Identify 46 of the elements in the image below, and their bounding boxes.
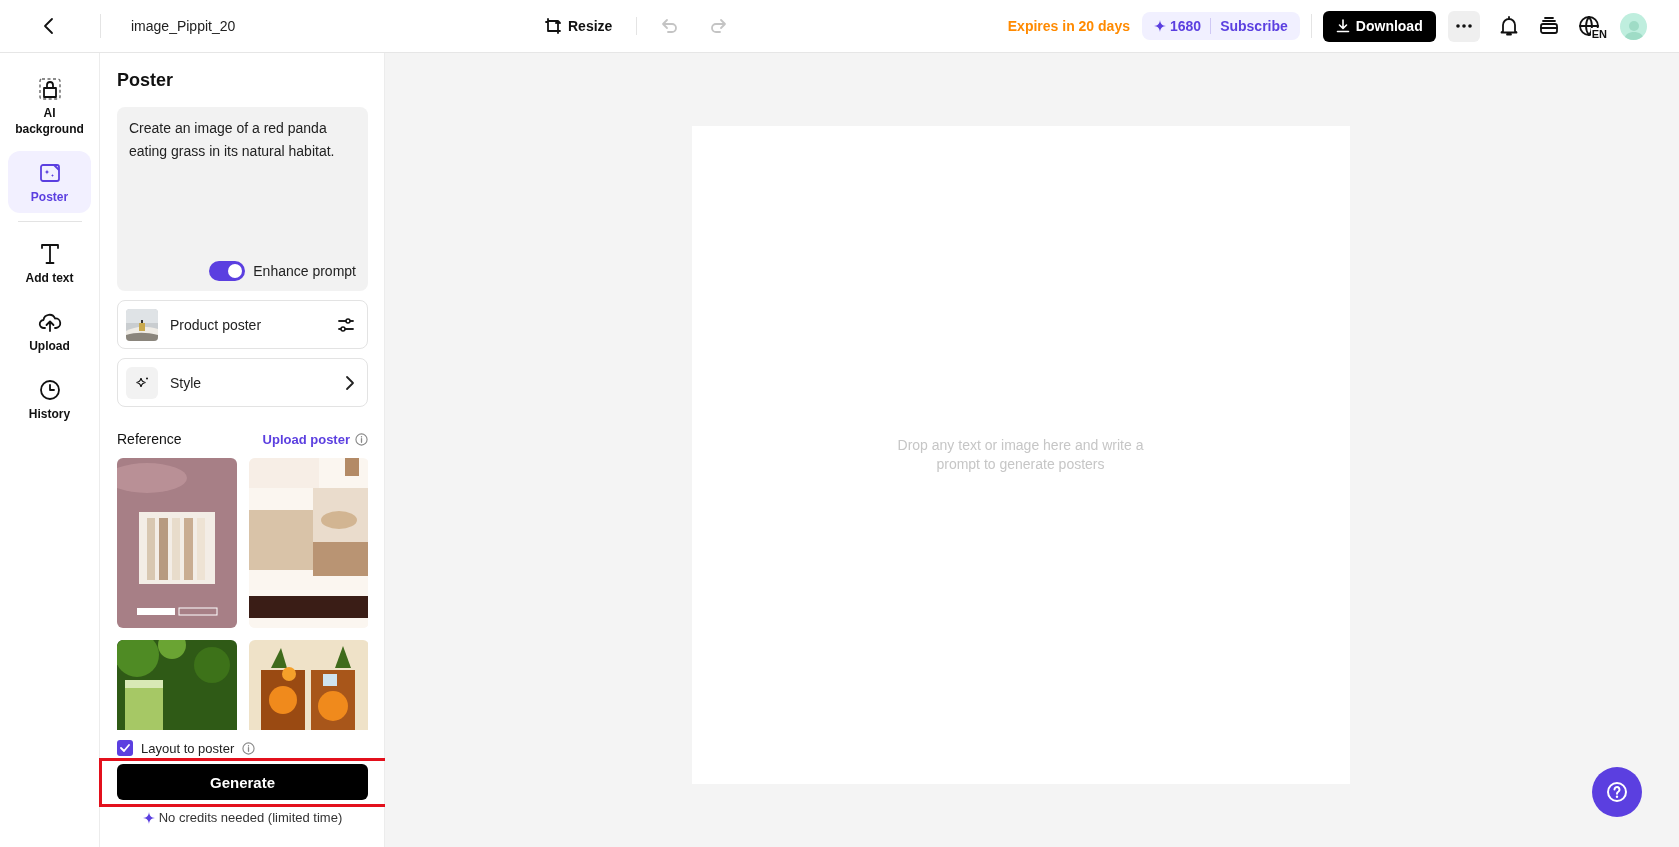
layers-button[interactable] [1537, 15, 1560, 37]
chevron-icon [345, 374, 355, 391]
more-icon [1455, 24, 1472, 28]
upload-poster-link[interactable]: Upload poster [262, 431, 350, 447]
undo-icon [661, 17, 680, 35]
more-button[interactable] [1447, 10, 1480, 42]
poster-type-option[interactable]: Product poster [117, 300, 368, 349]
sparkle-icon [135, 375, 149, 390]
sliders-icon [337, 315, 355, 334]
sparkle-icon [142, 811, 155, 824]
rail-tab[interactable]: Poster [8, 151, 91, 213]
style-option[interactable]: Style [117, 358, 368, 407]
checkbox-label: Layout to poster [141, 740, 235, 756]
redo-icon [709, 17, 728, 35]
canvas-hint: Drop any text or image here and write a prompt to generate posters [896, 436, 1145, 474]
project-title: image_Pippit_20 [131, 18, 236, 34]
resize-button[interactable]: Resize [540, 13, 617, 39]
credit-count: 1680 [1169, 18, 1202, 34]
prompt-field[interactable]: Create an image of a red panda eating grass in its natural habitat. Enhance prompt [117, 107, 368, 291]
help-button[interactable] [1592, 767, 1642, 817]
enhance-toggle[interactable] [209, 261, 246, 281]
sparkle-icon [1153, 20, 1166, 32]
bag-icon [37, 77, 62, 101]
layout-checkbox[interactable] [117, 740, 133, 756]
info-icon [355, 432, 368, 446]
resize-icon [544, 17, 562, 35]
rail-tab[interactable]: Upload [8, 300, 91, 362]
rail-tab[interactable]: AI background [8, 67, 91, 145]
info-icon [242, 741, 256, 755]
language-button[interactable]: EN [1577, 15, 1608, 37]
poster-icon [37, 161, 62, 185]
expiry-notice: Expires in 20 days [1007, 18, 1130, 34]
download-icon [1335, 19, 1350, 33]
subscribe-link[interactable]: Subscribe [1220, 18, 1288, 34]
credits-note: No credits needed (limited time) [158, 810, 343, 825]
download-button[interactable]: Download [1322, 10, 1436, 42]
rail-tab[interactable]: Add text [8, 232, 91, 294]
layers-icon [1537, 15, 1560, 37]
section-label: Reference [117, 431, 182, 447]
check-icon [120, 744, 130, 752]
toggle-label: Enhance prompt [253, 263, 356, 279]
history-icon [37, 378, 62, 402]
rail-tab[interactable]: History [8, 368, 91, 430]
panel-title: Poster [117, 70, 175, 91]
help-icon [1606, 781, 1628, 803]
generate-button[interactable]: Generate [117, 764, 368, 800]
